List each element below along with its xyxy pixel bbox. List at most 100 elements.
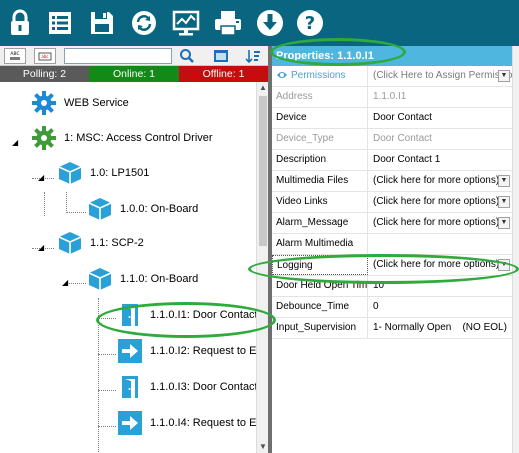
tree-node-input-i1[interactable]: 1.1.0.I1: Door Contact <box>116 300 256 330</box>
property-value[interactable]: (Click Here to Assign Permissions) <box>369 66 512 86</box>
tree-node-label: 1.1.0.I1: Door Contact <box>150 309 256 321</box>
tree-connector <box>98 318 116 319</box>
lock-button[interactable] <box>4 6 36 40</box>
gear-icon <box>30 89 58 117</box>
search-button[interactable] <box>176 47 198 65</box>
property-row-alarm-multimedia[interactable]: Alarm Multimedia <box>272 234 512 255</box>
property-row-input-supervision[interactable]: Input_Supervision 1- Normally Open (NO E… <box>272 318 512 339</box>
tree-node-access-control-driver[interactable]: 1: MSC: Access Control Driver <box>30 123 213 153</box>
property-row-permissions[interactable]: Permissions (Click Here to Assign Permis… <box>272 66 512 87</box>
exit-arrow-icon <box>116 337 144 365</box>
tree-node-label: 1.1.0.I2: Request to Exit <box>150 345 256 357</box>
monitor-button[interactable] <box>170 6 202 40</box>
tree-connector <box>98 298 99 453</box>
tree-node-input-i4[interactable]: 1.1.0.I4: Request to Exit <box>116 408 256 438</box>
property-name: Alarm Multimedia <box>272 234 368 254</box>
lock-icon <box>11 9 29 35</box>
save-button[interactable] <box>86 6 118 40</box>
expander-collapse[interactable]: ◢ <box>38 244 46 252</box>
properties-header: Properties: 1.1.0.I1 <box>272 46 512 66</box>
chevron-down-icon[interactable]: ▼ <box>498 259 510 271</box>
status-online: Online: 1 <box>89 66 179 82</box>
tree-node-lp1501-onboard[interactable]: 1.0.0: On-Board <box>86 194 198 224</box>
search-row: ABC abc <box>0 46 268 66</box>
download-button[interactable] <box>254 6 286 40</box>
property-row-description[interactable]: Description Door Contact 1 <box>272 150 512 171</box>
property-value[interactable]: Door Contact 1 <box>369 150 512 170</box>
property-row-video-links[interactable]: Video Links (Click here for more options… <box>272 192 512 213</box>
property-value[interactable] <box>369 234 512 254</box>
print-button[interactable] <box>212 6 244 40</box>
list-button[interactable] <box>44 6 76 40</box>
property-value[interactable]: (Click here for more options) <box>369 171 512 191</box>
expander-collapse[interactable]: ◢ <box>62 279 70 287</box>
chevron-down-icon[interactable]: ▼ <box>498 70 510 82</box>
sort-abc-button[interactable]: ABC <box>4 48 26 64</box>
property-row-device-type: Device_Type Door Contact <box>272 129 512 150</box>
chevron-down-icon[interactable]: ▼ <box>498 217 510 229</box>
status-offline: Offline: 1 <box>179 66 268 82</box>
property-row-alarm-message[interactable]: Alarm_Message (Click here for more optio… <box>272 213 512 234</box>
property-name: Permissions <box>272 66 368 86</box>
view-toggle-button[interactable] <box>210 47 232 65</box>
tree-connector <box>98 390 116 391</box>
tree-node-lp1501[interactable]: 1.0: LP1501 <box>56 158 149 188</box>
sort-keyboard-button[interactable]: abc <box>34 48 56 64</box>
property-row-multimedia-files[interactable]: Multimedia Files (Click here for more op… <box>272 171 512 192</box>
door-icon <box>116 301 144 329</box>
properties-scrollbar[interactable] <box>512 46 519 453</box>
tree-node-label: 1.0: LP1501 <box>90 167 150 179</box>
property-value[interactable]: (Click here for more options) <box>369 192 512 212</box>
scrollbar-thumb[interactable] <box>259 96 267 246</box>
property-row-device[interactable]: Device Door Contact <box>272 108 512 129</box>
tree-connector <box>44 192 45 216</box>
help-button[interactable]: ? <box>294 6 326 40</box>
property-row-debounce-time[interactable]: Debounce_Time 0 <box>272 297 512 318</box>
cube-icon <box>86 265 114 293</box>
property-name: Address <box>272 87 368 107</box>
device-tree-panel: ABC abc Polling: 2 Online: 1 Offline: 1 … <box>0 46 268 453</box>
property-row-logging[interactable]: Logging (Click here for more options) ▼ <box>272 255 512 276</box>
expander-collapse[interactable]: ◢ <box>12 139 20 147</box>
property-name: Door Held Open Time <box>272 276 368 296</box>
tree-node-web-service[interactable]: WEB Service <box>30 88 129 118</box>
tree-connector <box>98 354 116 355</box>
property-value[interactable]: 10 <box>369 276 512 296</box>
tree-node-scp2-onboard[interactable]: 1.1.0: On-Board <box>86 264 198 294</box>
expander-collapse[interactable]: ◢ <box>38 174 46 182</box>
exit-arrow-icon <box>116 409 144 437</box>
monitor-icon <box>172 10 200 36</box>
property-name: Alarm_Message <box>272 213 368 233</box>
property-value[interactable]: (Click here for more options) <box>369 213 512 233</box>
tree-node-input-i2[interactable]: 1.1.0.I2: Request to Exit <box>116 336 256 366</box>
tree-scrollbar[interactable]: ▲ ▼ <box>256 82 268 453</box>
search-input[interactable] <box>64 48 172 64</box>
keyboard-icon: abc <box>38 52 52 61</box>
property-value[interactable]: 1- Normally Open (NO EOL) <box>369 318 512 338</box>
property-value[interactable]: (Click here for more options) <box>369 255 512 275</box>
door-icon <box>116 373 144 401</box>
tree-node-label: 1.1.0.I3: Door Contact <box>150 381 256 393</box>
tree-node-label: 1.1.0.I4: Request to Exit <box>150 417 256 429</box>
tree-node-input-i3[interactable]: 1.1.0.I3: Door Contact <box>116 372 256 402</box>
cube-icon <box>86 195 114 223</box>
eye-icon <box>277 72 287 78</box>
chevron-down-icon[interactable]: ▼ <box>498 175 510 187</box>
property-row-door-held-open-time[interactable]: Door Held Open Time 10 <box>272 276 512 297</box>
tree-connector <box>98 426 116 427</box>
property-name: Debounce_Time <box>272 297 368 317</box>
refresh-button[interactable] <box>128 6 160 40</box>
chevron-down-icon[interactable]: ▼ <box>498 196 510 208</box>
tree-connector <box>66 192 67 213</box>
property-value[interactable]: Door Contact <box>369 108 512 128</box>
tree-node-scp2[interactable]: 1.1: SCP-2 <box>56 228 144 258</box>
sort-icon <box>245 50 260 64</box>
list-icon <box>49 12 71 34</box>
sort-order-button[interactable] <box>242 47 264 65</box>
property-name: Device <box>272 108 368 128</box>
property-value[interactable]: 0 <box>369 297 512 317</box>
property-row-address: Address 1.1.0.I1 <box>272 87 512 108</box>
tree-node-label: 1.1: SCP-2 <box>90 237 144 249</box>
property-name: Logging <box>272 255 368 275</box>
status-bar: Polling: 2 Online: 1 Offline: 1 <box>0 66 268 82</box>
